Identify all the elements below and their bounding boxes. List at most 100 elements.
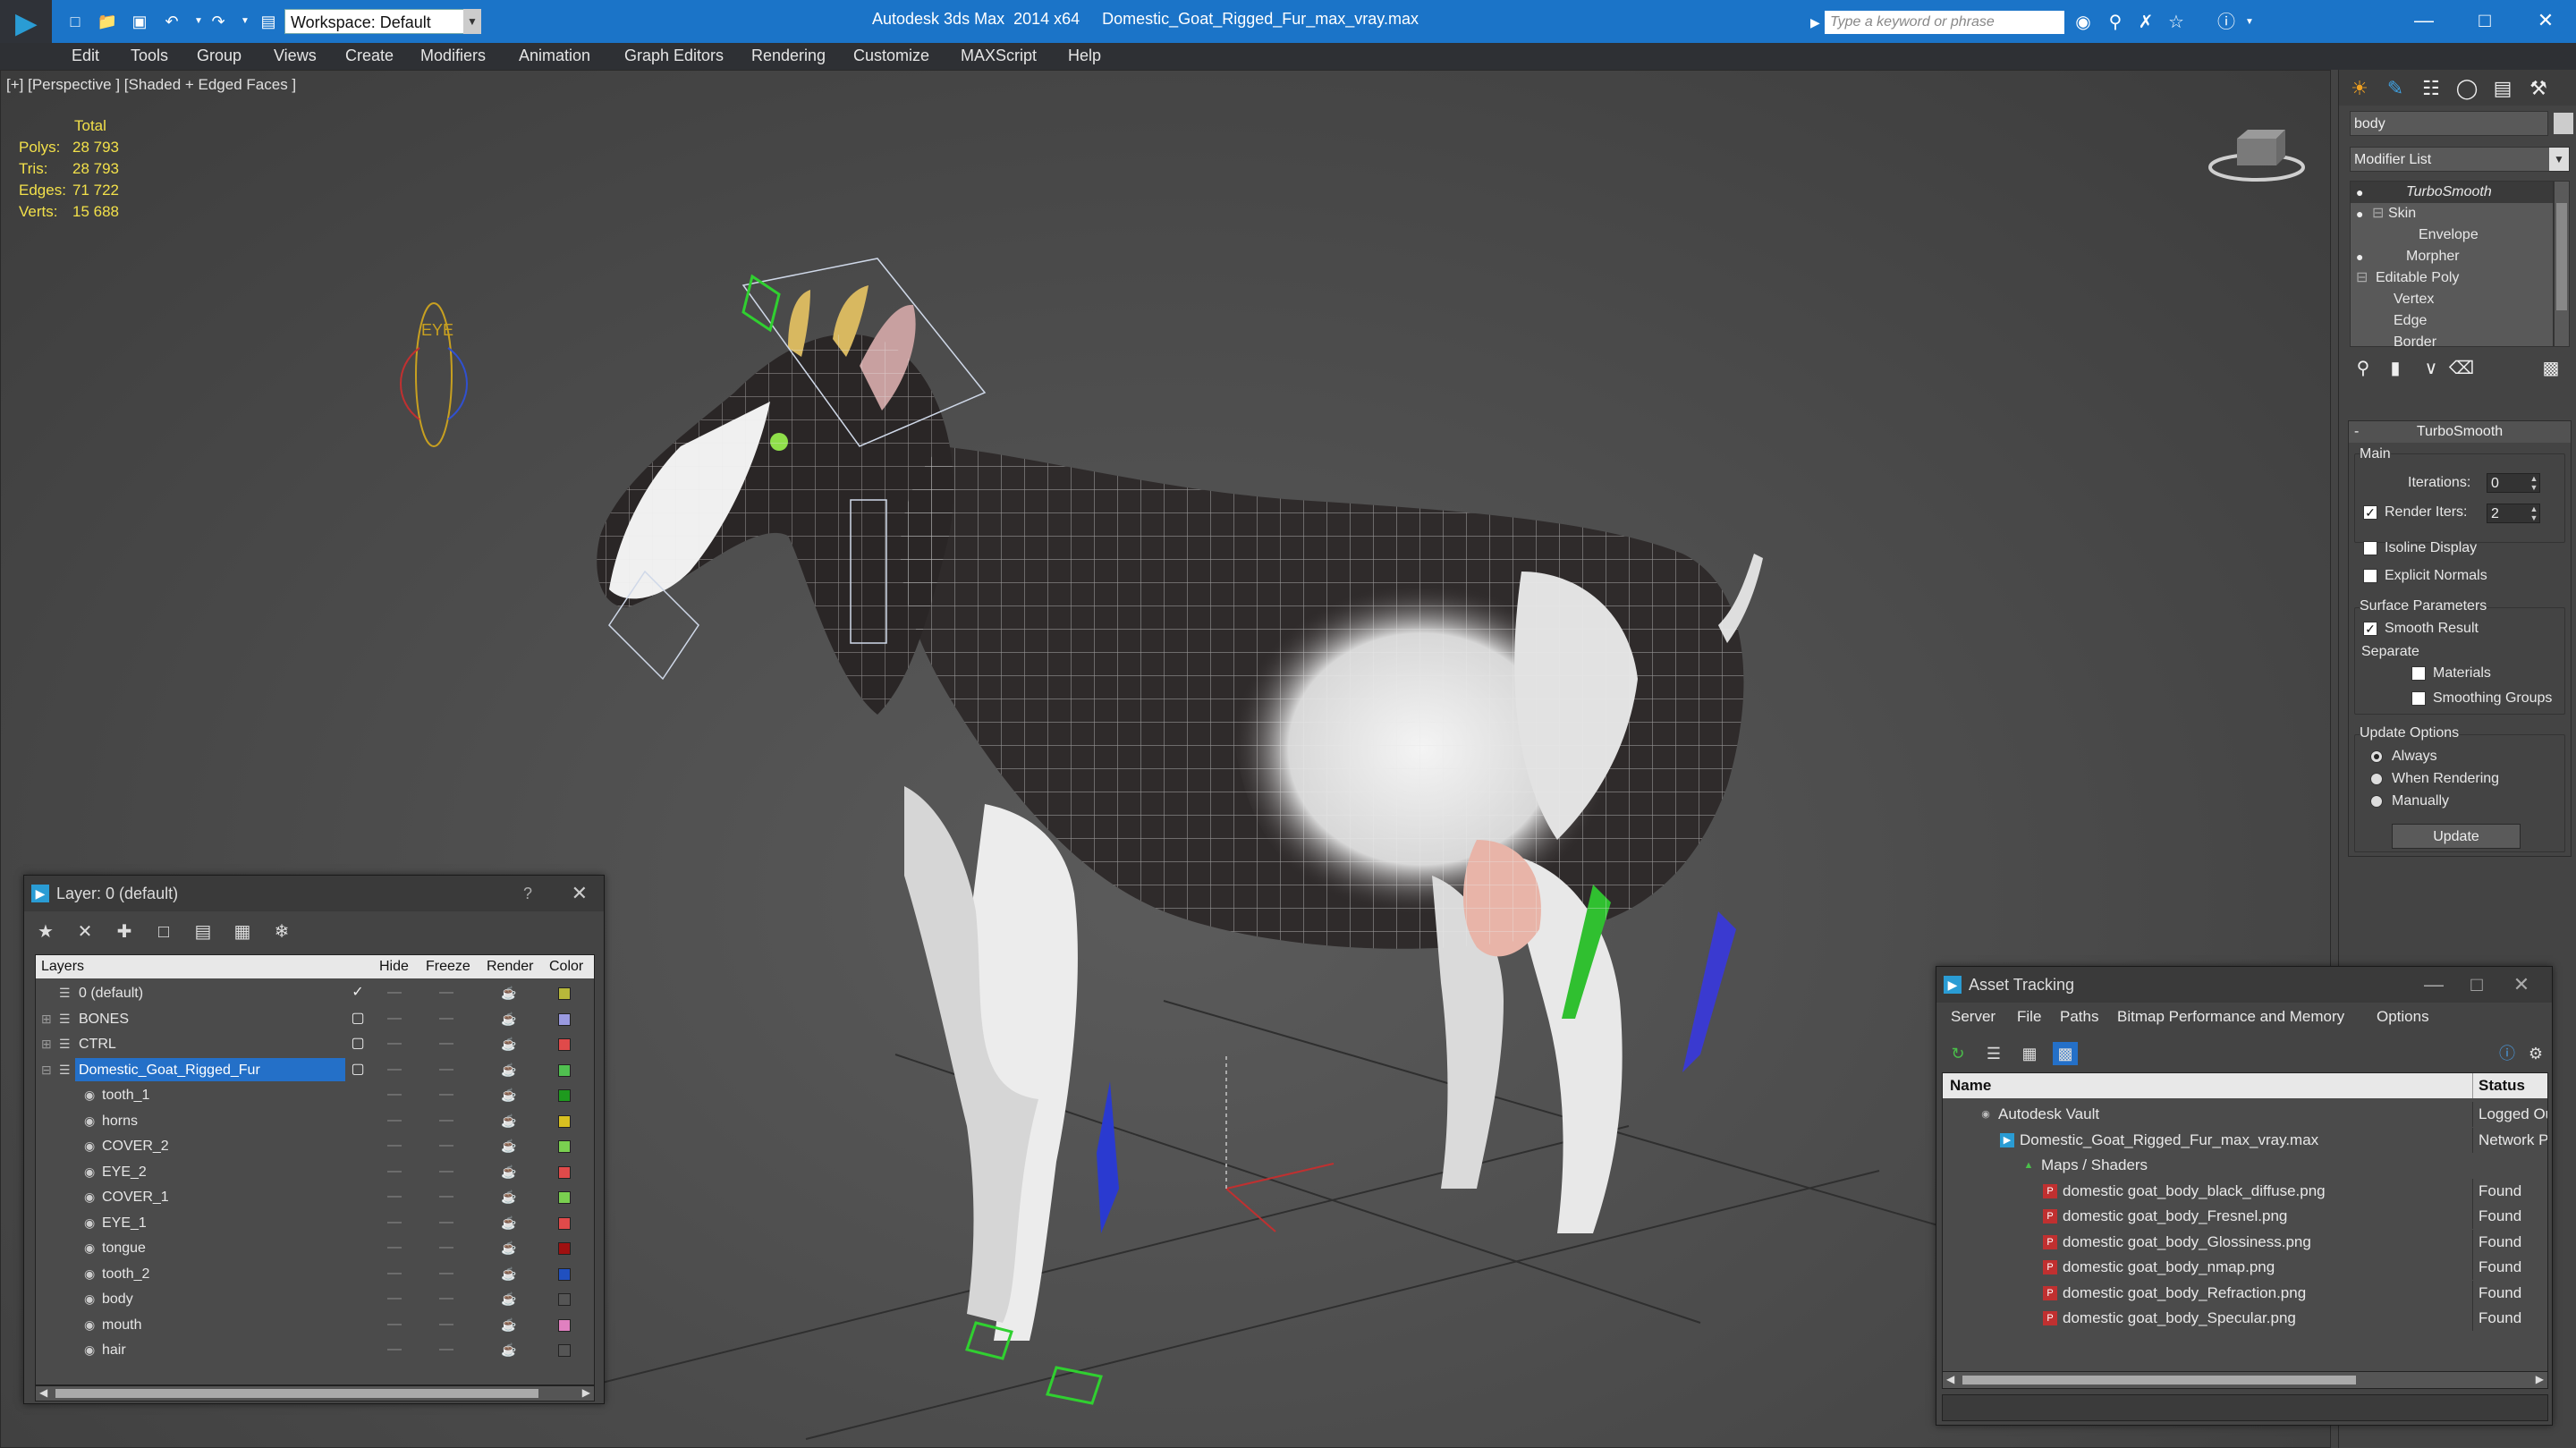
asset-row[interactable]: Pdomestic goat_body_Specular.png Found (1943, 1306, 2547, 1332)
menu-maxscript[interactable]: MAXScript (961, 47, 1037, 65)
highlight-layer-icon[interactable]: ▤ (191, 920, 216, 944)
smoothing-groups-checkbox[interactable] (2411, 691, 2426, 706)
freeze-toggle[interactable]: — (436, 1108, 456, 1133)
scroll-left-icon[interactable]: ◀ (1946, 1373, 1954, 1385)
render-teapot-icon[interactable]: ☕ (501, 1031, 516, 1056)
update-button[interactable]: Update (2392, 824, 2521, 849)
open-file-icon[interactable]: 📁 (97, 11, 118, 32)
materials-checkbox[interactable] (2411, 666, 2426, 681)
close-button[interactable]: ✕ (2519, 5, 2572, 36)
current-layer-box-icon[interactable]: ▢ (351, 1057, 365, 1082)
stack-item-morpher[interactable]: ● Morpher (2351, 246, 2553, 267)
help-icon[interactable]: ⓘ (2495, 1042, 2520, 1065)
configure-sets-icon[interactable]: ▩ (2538, 356, 2564, 381)
lightbulb-icon[interactable]: ● (2356, 203, 2363, 224)
isoline-display-checkbox[interactable] (2363, 541, 2377, 555)
explicit-normals-checkbox[interactable] (2363, 569, 2377, 583)
settings-icon[interactable]: ⚙ (2523, 1042, 2548, 1065)
menu-group[interactable]: Group (197, 47, 242, 65)
freeze-toggle[interactable]: — (436, 1057, 456, 1082)
help-dropdown-icon[interactable]: ▼ (2238, 11, 2261, 34)
layer-row[interactable]: ⊞ ☰ BONES ▢ — — ☕ (36, 1006, 594, 1032)
object-color-swatch[interactable] (558, 1216, 571, 1230)
stack-item-skin[interactable]: ● ⊟ Skin (2351, 203, 2553, 224)
object-name[interactable]: horns (98, 1109, 138, 1132)
object-name[interactable]: hair (98, 1338, 126, 1361)
hide-all-icon[interactable]: ▦ (230, 920, 255, 944)
render-teapot-icon[interactable]: ☕ (501, 1006, 516, 1031)
add-to-layer-icon[interactable]: ✚ (112, 920, 137, 944)
expand-icon[interactable]: ⊞ (41, 1006, 52, 1031)
object-name[interactable]: EYE_2 (98, 1160, 147, 1183)
render-teapot-icon[interactable]: ☕ (501, 1210, 516, 1235)
hide-toggle[interactable]: — (385, 1108, 404, 1133)
menu-options[interactable]: Options (2377, 1008, 2429, 1026)
close-icon[interactable]: ✕ (572, 876, 588, 911)
menu-rendering[interactable]: Rendering (751, 47, 826, 65)
modify-tab-icon[interactable]: ✎ (2380, 75, 2411, 102)
maximize-button[interactable]: □ (2458, 5, 2512, 36)
object-name[interactable]: COVER_2 (98, 1134, 169, 1157)
menu-file[interactable]: File (2017, 1008, 2041, 1026)
collapse-icon[interactable]: ⊟ (41, 1057, 52, 1082)
hide-toggle[interactable]: — (385, 1261, 404, 1286)
table-view-icon[interactable]: ▩ (2053, 1042, 2078, 1065)
select-objects-icon[interactable]: □ (151, 920, 176, 944)
hierarchy-tab-icon[interactable]: ☷ (2416, 75, 2446, 102)
hide-toggle[interactable]: — (385, 1082, 404, 1107)
layer-name[interactable]: 0 (default) (75, 981, 143, 1004)
object-row[interactable]: ◉ mouth — — ☕ (36, 1312, 594, 1338)
stack-scrollbar[interactable] (2554, 181, 2570, 347)
hide-toggle[interactable]: — (385, 1337, 404, 1362)
menu-customize[interactable]: Customize (853, 47, 929, 65)
column-freeze[interactable]: Freeze (426, 955, 470, 978)
render-teapot-icon[interactable]: ☕ (501, 1261, 516, 1286)
save-file-icon[interactable]: ▣ (129, 11, 150, 32)
smooth-result-checkbox[interactable]: ✓ (2363, 622, 2377, 636)
make-unique-icon[interactable]: ∨ (2418, 356, 2445, 381)
menu-help[interactable]: Help (1068, 47, 1101, 65)
render-teapot-icon[interactable]: ☕ (501, 1057, 516, 1082)
binoculars-icon[interactable]: ◉ (2072, 11, 2095, 34)
object-row[interactable]: ◉ hair — — ☕ (36, 1337, 594, 1363)
object-color-swatch[interactable] (558, 1114, 571, 1128)
star-icon[interactable]: ☆ (2165, 11, 2188, 34)
render-teapot-icon[interactable]: ☕ (501, 1235, 516, 1260)
horizontal-scrollbar[interactable]: ◀ ▶ (35, 1385, 595, 1401)
freeze-toggle[interactable]: — (436, 1133, 456, 1158)
create-tab-icon[interactable]: ☀ (2344, 75, 2375, 102)
exchange-icon[interactable]: ✗ (2134, 11, 2157, 34)
when-rendering-radio[interactable] (2370, 773, 2383, 785)
redo-dropdown-icon[interactable]: ▼ (234, 11, 256, 32)
freeze-toggle[interactable]: — (436, 1235, 456, 1260)
freeze-toggle[interactable]: — (436, 1006, 456, 1031)
minimize-button[interactable]: — (2397, 5, 2451, 36)
freeze-toggle[interactable]: — (436, 1082, 456, 1107)
object-name[interactable]: body (98, 1287, 133, 1310)
object-color-swatch[interactable] (2554, 113, 2573, 134)
object-row[interactable]: ◉ tongue — — ☕ (36, 1235, 594, 1261)
dialog-title-bar[interactable]: ▶ Layer: 0 (default) ? ✕ (24, 876, 604, 911)
viewport-label[interactable]: [+] [Perspective ] [Shaded + Edged Faces… (6, 76, 296, 94)
stack-subitem-envelope[interactable]: Envelope (2351, 224, 2553, 246)
object-color-swatch[interactable] (558, 1089, 571, 1102)
hide-toggle[interactable]: — (385, 1235, 404, 1260)
spinner-arrows-icon[interactable]: ▲ ▼ (2529, 504, 2539, 522)
object-name[interactable]: tooth_2 (98, 1262, 149, 1285)
render-teapot-icon[interactable]: ☕ (501, 1312, 516, 1337)
collapse-icon[interactable]: ⊟ (2372, 203, 2384, 224)
rollout-header[interactable]: - TurboSmooth (2349, 421, 2571, 443)
freeze-toggle[interactable]: — (436, 980, 456, 1005)
object-row[interactable]: ◉ EYE_1 — — ☕ (36, 1210, 594, 1236)
render-iters-checkbox[interactable]: ✓ (2363, 505, 2377, 520)
app-logo-icon[interactable]: ▶ (0, 0, 52, 47)
show-end-result-icon[interactable]: ▮ (2382, 356, 2409, 381)
lightbulb-icon[interactable]: ● (2356, 246, 2363, 267)
display-tab-icon[interactable]: ▤ (2487, 75, 2518, 102)
menu-server[interactable]: Server (1951, 1008, 1996, 1026)
render-teapot-icon[interactable]: ☕ (501, 1286, 516, 1311)
object-row[interactable]: ◉ horns — — ☕ (36, 1108, 594, 1134)
project-folder-icon[interactable]: ▤ (258, 11, 279, 32)
freeze-toggle[interactable]: — (436, 1337, 456, 1362)
list-view-icon[interactable]: ☰ (1981, 1042, 2006, 1065)
